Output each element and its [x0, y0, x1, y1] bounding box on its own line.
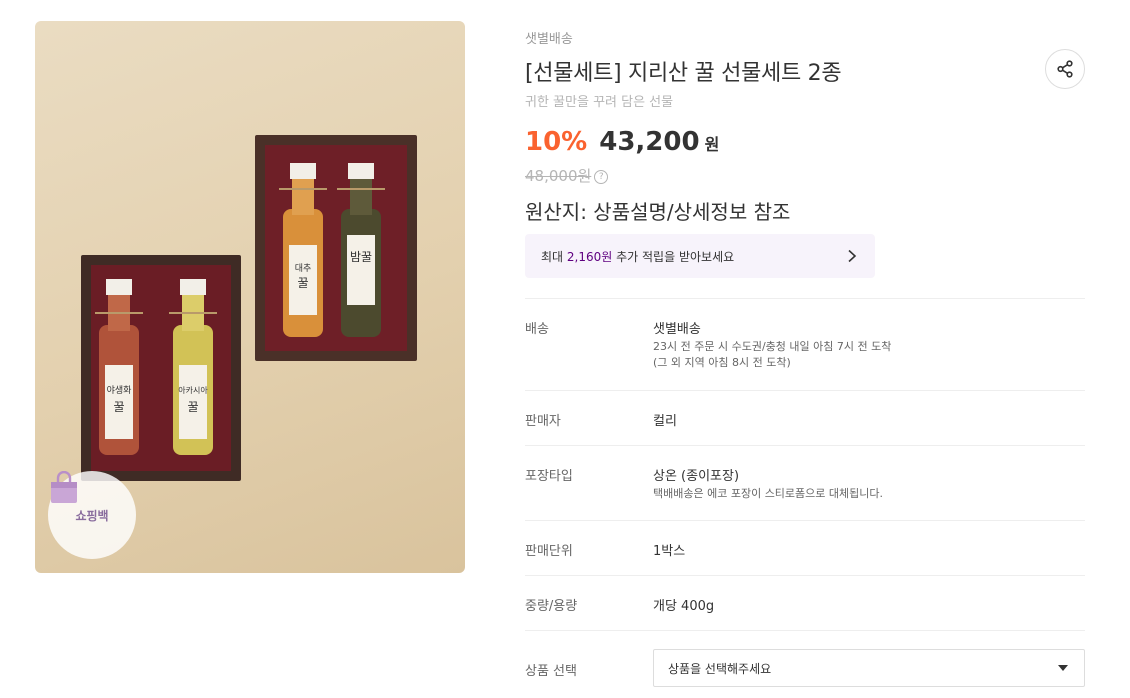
question-circle-icon[interactable]: ? — [594, 170, 609, 184]
unit-row: 판매단위 1박스 — [525, 520, 1085, 575]
option-placeholder: 상품을 선택해주세요 — [668, 661, 772, 676]
chevron-right-icon — [848, 249, 857, 263]
svg-text:야생화: 야생화 — [107, 385, 132, 396]
delivery-note: 23시 전 주문 시 수도권/충청 내일 아침 7시 전 도착 — [653, 340, 892, 353]
svg-text:꿀: 꿀 — [187, 400, 198, 414]
weight-label: 중량/용량 — [525, 599, 578, 614]
product-image: 대추 꿀 밤꿀 야생화 꿀 아카시아 꿀 쇼핑백 — [35, 21, 465, 573]
delivery-type: 샛별배송 — [525, 32, 573, 47]
original-price-row: 48,000원 ? — [525, 165, 609, 186]
points-amount: 2,160원 — [566, 249, 613, 264]
unit-label: 판매단위 — [525, 544, 573, 559]
price-unit: 원 — [704, 135, 720, 154]
seller-value: 컬리 — [653, 414, 677, 429]
unit-value: 1박스 — [653, 544, 686, 559]
delivery-note-extra: (그 외 지역 아침 8시 전 도착) — [653, 356, 791, 369]
packaging-label: 포장타입 — [525, 469, 573, 484]
caret-down-icon — [1058, 665, 1068, 671]
option-select[interactable]: 상품을 선택해주세요 — [653, 649, 1085, 687]
shopping-bag-badge[interactable]: 쇼핑백 — [48, 471, 136, 559]
packaging-note: 택배배송은 에코 포장이 스티로폼으로 대체됩니다. — [653, 487, 884, 500]
delivery-label: 배송 — [525, 322, 549, 337]
packaging-row: 포장타입 상온 (종이포장) 택배배송은 에코 포장이 스티로폼으로 대체됩니다… — [525, 445, 1085, 520]
svg-text:밤꿀: 밤꿀 — [350, 250, 372, 264]
shopping-bag-label: 쇼핑백 — [75, 508, 109, 523]
price-row: 10% 43,200 원 — [525, 127, 719, 157]
shopping-bag-icon — [51, 471, 77, 503]
delivery-row: 배송 샛별배송 23시 전 주문 시 수도권/충청 내일 아침 7시 전 도착 … — [525, 298, 1085, 390]
share-icon — [1057, 60, 1073, 78]
packaging-value: 상온 (종이포장) — [653, 469, 740, 484]
weight-row: 중량/용량 개당 400g — [525, 575, 1085, 630]
product-subtitle: 귀한 꿀만을 꾸려 담은 선물 — [525, 95, 674, 110]
svg-text:대추: 대추 — [295, 263, 312, 274]
option-row: 상품 선택 상품을 선택해주세요 — [525, 630, 1085, 698]
weight-value: 개당 400g — [653, 599, 715, 614]
svg-text:꿀: 꿀 — [297, 276, 308, 290]
original-price: 48,000원 — [525, 167, 592, 185]
delivery-value: 샛별배송 — [653, 322, 701, 337]
seller-label: 판매자 — [525, 414, 561, 429]
option-label: 상품 선택 — [525, 664, 577, 679]
origin-info: 원산지: 상품설명/상세정보 참조 — [525, 200, 791, 224]
product-title: [선물세트] 지리산 꿀 선물세트 2종 — [525, 61, 842, 86]
sale-price: 43,200 — [599, 127, 700, 157]
share-button[interactable] — [1045, 49, 1085, 89]
seller-row: 판매자 컬리 — [525, 390, 1085, 445]
svg-text:꿀: 꿀 — [113, 400, 124, 414]
discount-rate: 10% — [525, 127, 588, 157]
svg-text:아카시아: 아카시아 — [178, 385, 208, 395]
points-banner[interactable]: 최대 2,160원 추가 적립을 받아보세요 — [525, 234, 875, 278]
points-text: 최대 2,160원 추가 적립을 받아보세요 — [541, 249, 735, 264]
